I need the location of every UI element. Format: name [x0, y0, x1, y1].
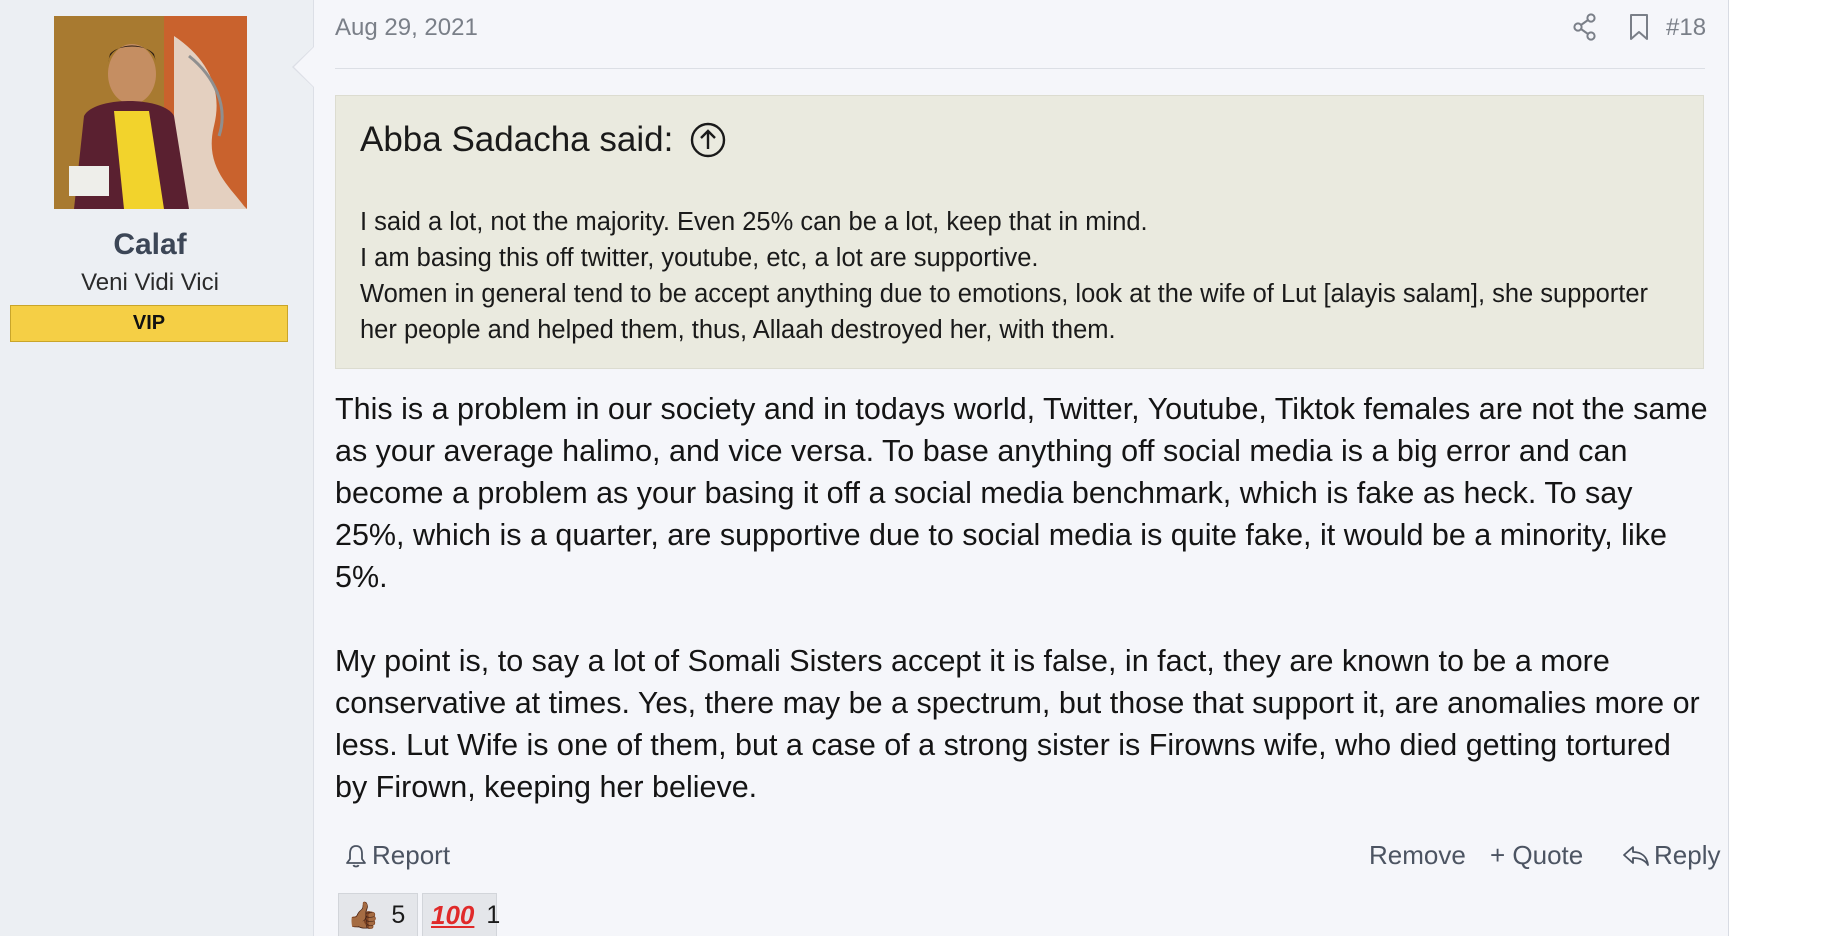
- hundred-points-icon: 100: [431, 899, 475, 930]
- bookmark-icon[interactable]: [1627, 13, 1653, 41]
- user-column: Calaf Veni Vidi Vici VIP: [0, 0, 314, 936]
- post-paragraph: This is a problem in our society and in …: [335, 392, 1708, 594]
- jump-to-quote-icon[interactable]: [690, 122, 726, 158]
- quote-button[interactable]: + Quote: [1490, 840, 1583, 871]
- reaction-hundred[interactable]: 100 1: [422, 893, 501, 936]
- post-container: Calaf Veni Vidi Vici VIP Aug 29, 2021 #1…: [0, 0, 1729, 936]
- reply-label: Reply: [1654, 840, 1721, 870]
- reaction-thumbs-up[interactable]: 👍🏾 5: [338, 893, 418, 936]
- reaction-count: 5: [391, 900, 406, 929]
- reply-button[interactable]: Reply: [1622, 840, 1720, 871]
- avatar-portrait-icon: [54, 16, 247, 209]
- post-body: This is a problem in our society and in …: [335, 388, 1710, 808]
- message-arrow: [292, 46, 314, 88]
- bell-icon: [346, 844, 366, 867]
- remove-label: Remove: [1369, 840, 1466, 870]
- report-button[interactable]: Report: [344, 840, 450, 871]
- quote-line: I am basing this off twitter, youtube, e…: [360, 244, 1039, 272]
- post-date[interactable]: Aug 29, 2021: [335, 14, 478, 42]
- avatar[interactable]: [54, 16, 247, 209]
- reaction-count: 1: [486, 900, 501, 929]
- vip-badge: VIP: [10, 305, 288, 342]
- quote-label: + Quote: [1490, 840, 1584, 870]
- share-icon[interactable]: [1572, 13, 1598, 41]
- username[interactable]: Calaf: [0, 228, 300, 262]
- thumbs-up-icon: 👍🏾: [347, 899, 380, 930]
- quote-block: Abba Sadacha said: I said a lot, not the…: [335, 95, 1704, 369]
- reply-icon: [1623, 845, 1649, 866]
- quote-line: I said a lot, not the majority. Even 25%…: [360, 208, 1148, 236]
- quote-line: Women in general tend to be accept anyth…: [360, 280, 1649, 344]
- post-paragraph: My point is, to say a lot of Somali Sist…: [335, 644, 1700, 804]
- post-number-link[interactable]: #18: [1666, 14, 1706, 42]
- quote-text: I said a lot, not the majority. Even 25%…: [360, 204, 1660, 348]
- report-label: Report: [372, 840, 451, 870]
- remove-button[interactable]: Remove: [1369, 840, 1466, 871]
- user-title: Veni Vidi Vici: [81, 269, 219, 296]
- header-divider: [335, 68, 1705, 69]
- quote-author[interactable]: Abba Sadacha said:: [360, 120, 673, 160]
